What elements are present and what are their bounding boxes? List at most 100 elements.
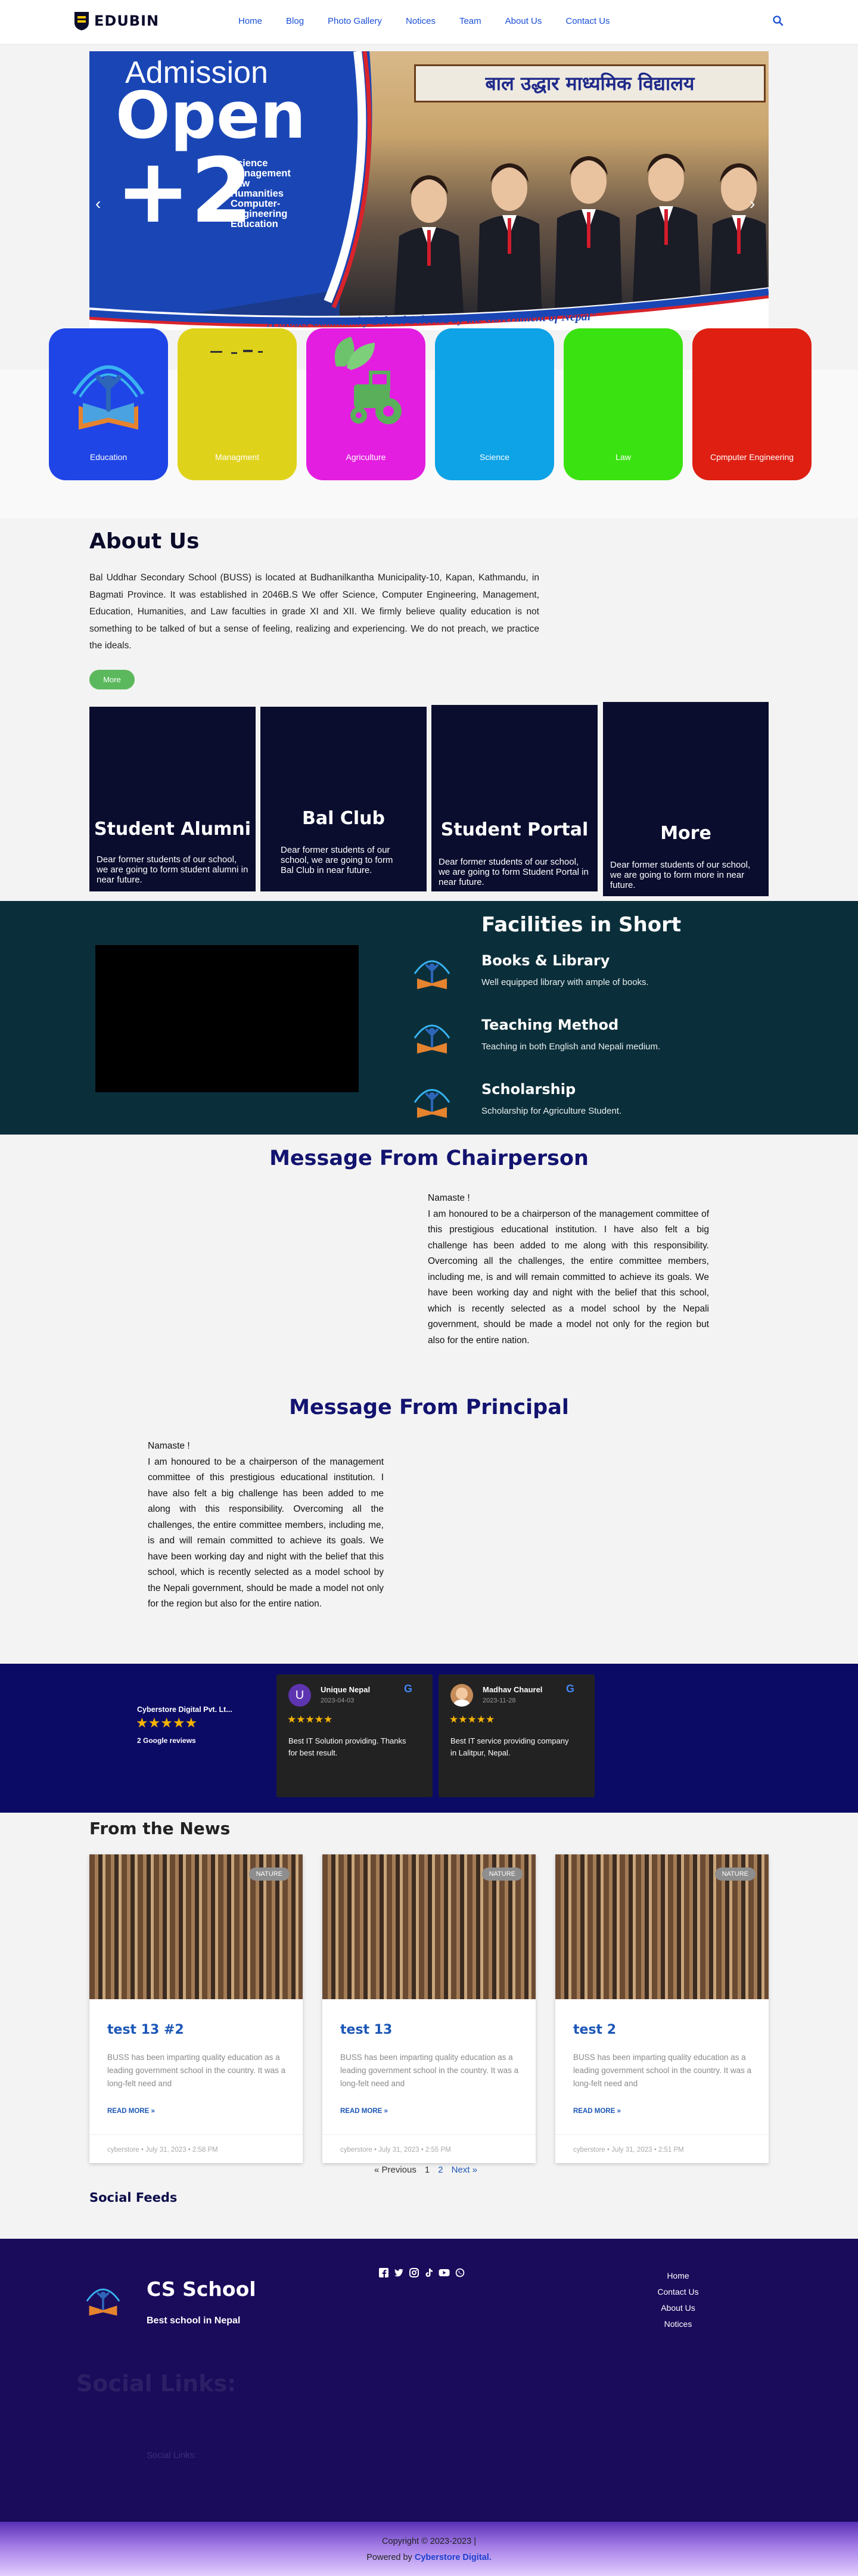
news-card-title[interactable]: test 13 <box>340 2022 392 2037</box>
social-feeds-title: Social Feeds <box>89 2190 178 2205</box>
google-g-icon: G <box>566 1683 575 1695</box>
review-count: 2 Google reviews <box>137 1736 196 1745</box>
review-date: 2023-04-03 <box>321 1697 355 1704</box>
principal-text: I am honoured to be a chairperson of the… <box>148 1456 384 1609</box>
facilities-video[interactable] <box>95 945 359 1092</box>
card-student-alumni[interactable]: Student Alumni Dear former students of o… <box>89 707 256 891</box>
graduate-book-icon <box>414 960 450 989</box>
pagination-next[interactable]: Next » <box>452 2165 477 2175</box>
category-computer-engineering[interactable]: Cpmputer Engineering <box>692 328 812 480</box>
twitter-icon[interactable] <box>394 2268 404 2277</box>
news-card[interactable]: NATURE test 13 #2 BUSS has been impartin… <box>89 1854 303 2163</box>
facility-desc: Teaching in both English and Nepali medi… <box>481 1042 661 1052</box>
card-desc: Dear former students of our school, we a… <box>439 857 589 887</box>
powered-by-prefix: Powered by <box>366 2553 412 2562</box>
news-title: From the News <box>89 1819 231 1838</box>
hero-slider: बाल उद्धार माध्यमिक विद्यालय Admission O… <box>89 51 769 330</box>
search-icon[interactable] <box>772 14 784 27</box>
footer-link-contact-us[interactable]: Contact Us <box>649 2284 707 2300</box>
chevron-left-icon[interactable]: ‹ <box>95 194 101 213</box>
tiktok-icon[interactable] <box>424 2268 433 2277</box>
hero-streams: Science Management Law Humanities Comput… <box>231 158 291 229</box>
review-text: Best IT Solution providing. Thanks for b… <box>288 1736 406 1757</box>
facebook-icon[interactable] <box>379 2268 388 2277</box>
news-meta: cyberstore • July 31, 2023 • 2:51 PM <box>555 2134 769 2164</box>
review-stars: ★★★★★ <box>287 1714 333 1725</box>
graduate-book-icon <box>414 1089 450 1118</box>
whatsapp-icon[interactable] <box>455 2268 465 2277</box>
nav-photo-gallery[interactable]: Photo Gallery <box>328 16 382 26</box>
facility-desc: Scholarship for Agriculture Student. <box>481 1106 622 1116</box>
pagination-previous[interactable]: « Previous <box>374 2165 416 2175</box>
card-title: Student Portal <box>440 819 589 840</box>
review-stars: ★★★★★ <box>449 1714 495 1725</box>
chairperson-text: I am honoured to be a chairperson of the… <box>428 1208 709 1346</box>
nav-home[interactable]: Home <box>238 16 262 26</box>
card-bal-club[interactable]: Bal Club Dear former students of our sch… <box>260 707 427 891</box>
main-nav: Home Blog Photo Gallery Notices Team Abo… <box>238 16 634 26</box>
category-label: Cpmputer Engineering <box>710 452 794 462</box>
news-excerpt: BUSS has been imparting quality educatio… <box>573 2053 752 2088</box>
graduate-book-icon <box>72 365 145 430</box>
powered-by-link[interactable]: Cyberstore Digital. <box>415 2553 492 2562</box>
footer-links: Home Contact Us About Us Notices <box>649 2268 707 2332</box>
chairperson-message: Namaste ! I am honoured to be a chairper… <box>428 1191 709 1348</box>
card-more[interactable]: More Dear former students of our school,… <box>603 702 769 896</box>
footer-link-about-us[interactable]: About Us <box>649 2300 707 2316</box>
category-education[interactable]: Education <box>49 328 168 480</box>
footer-school-name: CS School <box>147 2277 256 2301</box>
card-title: More <box>660 823 711 844</box>
social-links-subheading: Social Links: <box>147 2450 197 2460</box>
site-header: EDUBIN Home Blog Photo Gallery Notices T… <box>0 0 858 45</box>
review-summary-stars: ★★★★★ <box>136 1715 198 1730</box>
news-card-title[interactable]: test 2 <box>573 2022 616 2037</box>
management-icon <box>210 350 263 354</box>
news-pagination: « Previous 1 2 Next » <box>374 2165 477 2175</box>
news-category-badge[interactable]: NATURE <box>714 1867 756 1881</box>
youtube-icon[interactable] <box>439 2268 450 2277</box>
category-management[interactable]: Managment <box>178 328 297 480</box>
category-science[interactable]: Science <box>435 328 554 480</box>
pagination-page-1: 1 <box>424 2165 430 2175</box>
footer-logo-icon <box>86 2288 120 2316</box>
instagram-icon[interactable] <box>409 2268 419 2277</box>
brand-logo[interactable]: EDUBIN <box>74 11 159 31</box>
read-more-link[interactable]: READ MORE » <box>340 2108 388 2115</box>
news-excerpt: BUSS has been imparting quality educatio… <box>340 2053 519 2088</box>
tractor-icon <box>334 337 402 424</box>
category-label: Science <box>480 452 509 462</box>
nav-about-us[interactable]: About Us <box>505 16 542 26</box>
category-label: Agriculture <box>346 452 386 462</box>
principal-greeting: Namaste ! <box>148 1441 190 1451</box>
read-more-link[interactable]: READ MORE » <box>573 2108 621 2115</box>
category-agriculture[interactable]: Agriculture <box>306 328 425 480</box>
footer-tagline: Best school in Nepal <box>147 2316 241 2326</box>
copyright-text: Copyright © 2023-2023 | <box>382 2537 476 2546</box>
chairperson-greeting: Namaste ! <box>428 1193 470 1203</box>
news-meta: cyberstore • July 31, 2023 • 2:58 PM <box>89 2134 303 2164</box>
news-card[interactable]: NATURE test 13 BUSS has been imparting q… <box>322 1854 536 2163</box>
news-card-title[interactable]: test 13 #2 <box>107 2022 184 2037</box>
footer-social-icons <box>379 2268 465 2277</box>
news-card[interactable]: NATURE test 2 BUSS has been imparting qu… <box>555 1854 769 2163</box>
powered-by: Powered by Cyberstore Digital. <box>0 2553 858 2562</box>
nav-blog[interactable]: Blog <box>286 16 304 26</box>
card-student-portal[interactable]: Student Portal Dear former students of o… <box>431 705 598 891</box>
news-excerpt: BUSS has been imparting quality educatio… <box>107 2053 286 2088</box>
footer-link-home[interactable]: Home <box>649 2268 707 2284</box>
category-law[interactable]: Law <box>564 328 683 480</box>
shield-logo-icon <box>74 12 89 30</box>
pagination-page-2[interactable]: 2 <box>438 2165 443 2175</box>
category-label: Education <box>89 452 128 462</box>
nav-notices[interactable]: Notices <box>406 16 436 26</box>
graduate-book-icon <box>414 1024 450 1054</box>
read-more-link[interactable]: READ MORE » <box>107 2108 155 2115</box>
news-category-badge[interactable]: NATURE <box>248 1867 290 1881</box>
footer-link-notices[interactable]: Notices <box>649 2316 707 2332</box>
reviewer-name: Unique Nepal <box>321 1685 371 1694</box>
chevron-right-icon[interactable]: › <box>750 194 755 213</box>
news-category-badge[interactable]: NATURE <box>481 1867 523 1881</box>
about-more-button[interactable]: More <box>89 670 135 689</box>
nav-team[interactable]: Team <box>459 16 481 26</box>
nav-contact-us[interactable]: Contact Us <box>565 16 610 26</box>
